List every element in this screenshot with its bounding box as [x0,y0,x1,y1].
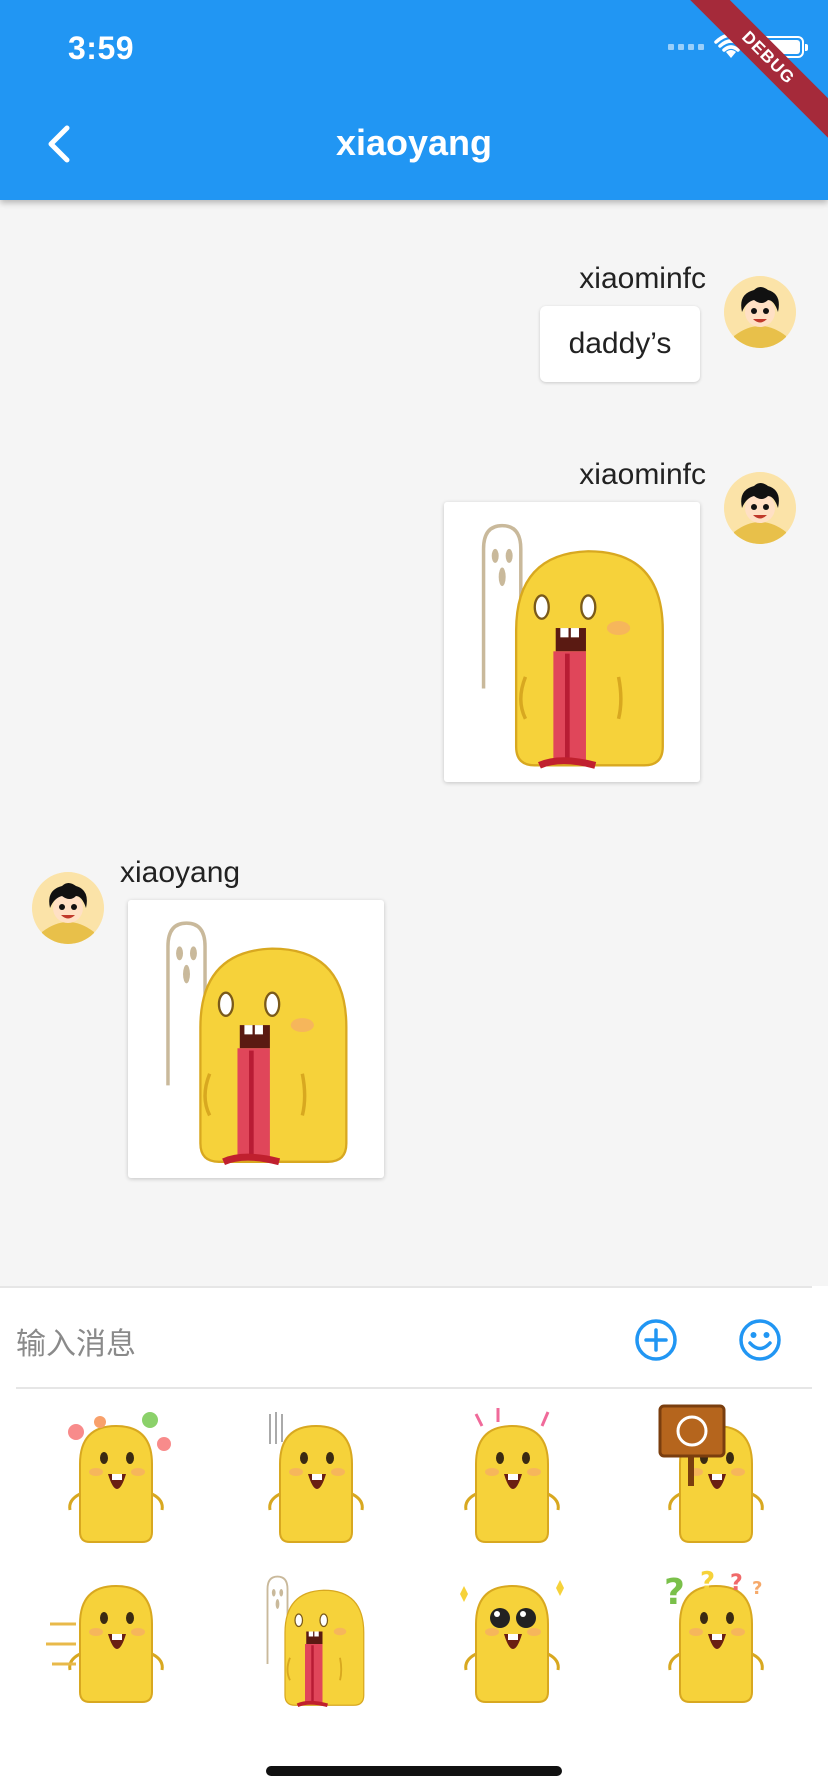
avatar[interactable] [724,472,796,544]
cellular-signal-icon [668,44,704,50]
question-blob-sticker[interactable]: ? ? ? ? [640,1564,790,1714]
divider [0,1286,812,1288]
svg-text:?: ? [730,1571,743,1596]
flower-blob-sticker[interactable] [40,1404,190,1554]
sender-name: xiaominfc [579,458,706,491]
emoji-button[interactable] [738,1318,782,1362]
message-image[interactable] [128,900,384,1178]
avatar[interactable] [724,276,796,348]
app-bar: 3:59 DEBUG xiaoyang [0,0,828,200]
ghost-blob-sticker[interactable] [240,1564,390,1714]
smiley-icon [739,1319,781,1361]
sender-name: xiaoyang [120,856,241,889]
svg-text:?: ? [700,1567,715,1597]
ghost-blob-sticker [128,900,384,1178]
home-indicator [266,1766,562,1776]
excited-blob-sticker[interactable] [436,1404,586,1554]
shocked-blob-sticker[interactable] [240,1404,390,1554]
message-bubble[interactable]: daddy’s [540,306,700,382]
sender-name: xiaominfc [579,262,706,295]
dashing-blob-sticker[interactable] [40,1564,190,1714]
message-image[interactable] [444,502,700,782]
add-button[interactable] [634,1318,678,1362]
message-input[interactable] [16,1316,576,1372]
avatar[interactable] [32,872,104,944]
svg-text:?: ? [752,1578,762,1599]
ghost-blob-sticker [444,502,700,782]
svg-text:?: ? [664,1572,685,1613]
status-time: 3:59 [68,30,135,66]
sparkle-eyes-blob-sticker[interactable] [436,1564,586,1714]
divider [16,1387,812,1389]
page-title: xiaoyang [335,122,493,163]
sign-blob-sticker[interactable] [640,1404,790,1554]
input-area: ? ? ? ? [0,1286,828,1792]
plus-circle-icon [635,1319,677,1361]
